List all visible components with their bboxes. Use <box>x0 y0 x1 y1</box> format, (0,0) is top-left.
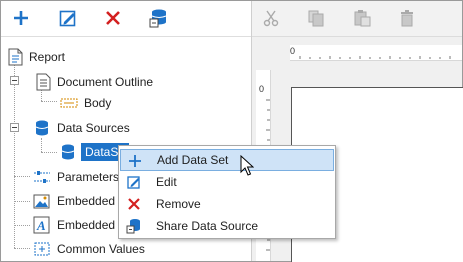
tree-node-label: Embedded I <box>57 194 122 208</box>
menu-item-share-data-source[interactable]: Share Data Source <box>120 215 334 237</box>
tree-node-label: Data Sources <box>57 121 130 135</box>
data-source-icon <box>149 9 167 28</box>
trash-icon <box>401 10 413 27</box>
tree-node-label: Document Outline <box>57 75 154 89</box>
tree-node-label: Embedded <box>57 218 116 232</box>
mouse-cursor-icon <box>240 155 254 176</box>
outline-toolbar <box>1 1 251 37</box>
tree-node-body[interactable]: Body <box>60 93 111 113</box>
tree-node-label: Common Values <box>57 242 145 256</box>
menu-item-label: Add Data Set <box>157 153 229 167</box>
paste-icon <box>354 10 371 27</box>
cut-icon <box>263 10 279 27</box>
plus-icon <box>14 11 28 25</box>
tree-node-embedded-fonts[interactable]: A Embedded <box>33 215 115 235</box>
report-icon <box>8 48 23 66</box>
tree-node-parameters[interactable]: Parameters <box>33 167 119 187</box>
menu-item-label: Edit <box>156 175 177 189</box>
menu-item-label: Remove <box>156 197 201 211</box>
delete-button[interactable] <box>102 7 124 29</box>
database-icon <box>35 120 49 136</box>
trash-button[interactable] <box>396 7 418 29</box>
menu-item-remove[interactable]: Remove <box>120 193 334 215</box>
tree-node-report[interactable]: Report <box>7 47 65 67</box>
tree-node-embedded-images[interactable]: Embedded I <box>33 191 122 211</box>
image-icon <box>33 194 50 209</box>
menu-item-add-data-set[interactable]: Add Data Set <box>120 149 334 171</box>
tree-node-label: Parameters <box>57 170 120 184</box>
font-icon: A <box>33 216 50 234</box>
cut-button[interactable] <box>260 7 282 29</box>
tree-node-label: Body <box>84 96 112 110</box>
plus-icon <box>127 153 143 169</box>
tree-node-document-outline[interactable]: Document Outline <box>35 72 153 92</box>
tree-connector <box>14 248 30 250</box>
tree-connector <box>14 225 30 227</box>
tree-connector <box>14 176 30 178</box>
common-values-icon <box>34 242 50 256</box>
edit-icon <box>59 10 76 27</box>
copy-button[interactable] <box>305 7 327 29</box>
svg-text:A: A <box>36 218 46 233</box>
menu-item-edit[interactable]: Edit <box>120 171 334 193</box>
tree-connector <box>41 138 43 152</box>
edit-toolbar <box>252 1 462 37</box>
copy-icon <box>308 10 324 27</box>
tree-node-data-sources[interactable]: Data Sources <box>33 118 130 138</box>
ruler-ticks <box>299 56 451 59</box>
tree-node-label: Report <box>29 50 66 64</box>
band-icon <box>60 98 78 108</box>
paste-button[interactable] <box>351 7 373 29</box>
edit-button[interactable] <box>57 7 79 29</box>
collapse-toggle[interactable] <box>10 76 19 85</box>
parameters-icon <box>34 171 50 183</box>
delete-icon <box>106 11 120 25</box>
tree-connector <box>41 152 57 154</box>
add-button[interactable] <box>10 7 32 29</box>
horizontal-ruler: 0 <box>290 45 462 61</box>
tree-connector <box>14 201 30 203</box>
edit-icon <box>126 174 142 190</box>
tree-node-common-values[interactable]: Common Values <box>33 239 145 259</box>
tree-connector <box>41 101 57 103</box>
document-outline-icon <box>36 73 51 91</box>
collapse-toggle[interactable] <box>10 123 19 132</box>
menu-item-label: Share Data Source <box>156 219 259 233</box>
context-menu: Add Data Set Edit Remove Share Data Sour… <box>118 145 336 239</box>
delete-icon <box>126 196 142 212</box>
database-icon <box>61 144 75 160</box>
data-source-button[interactable] <box>147 7 169 29</box>
share-data-source-icon <box>126 218 142 234</box>
